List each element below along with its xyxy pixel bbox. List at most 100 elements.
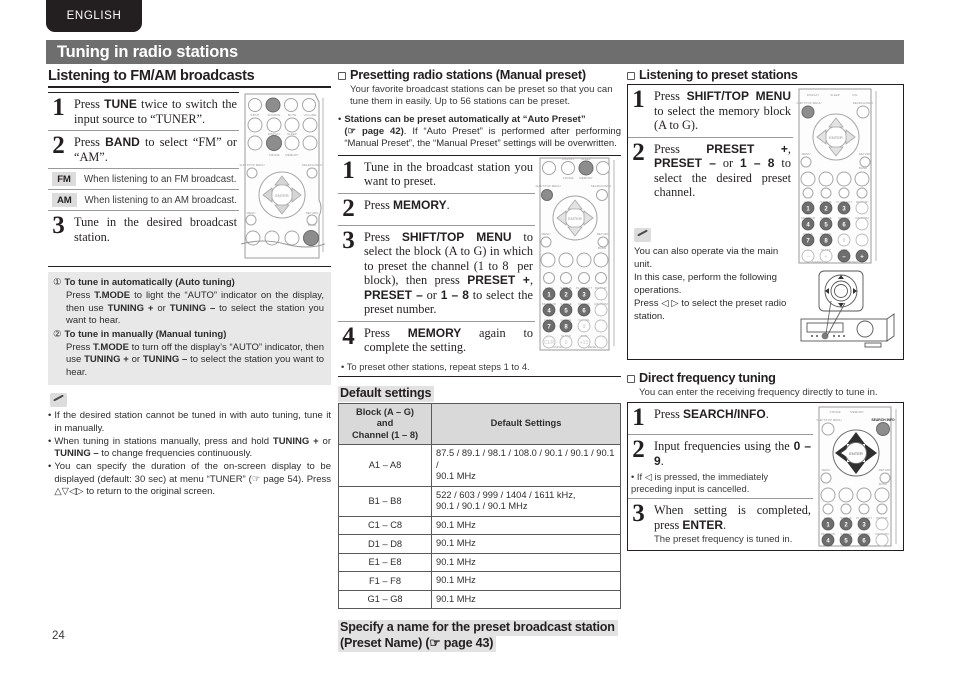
- page-ref-icon: ☞: [251, 473, 261, 485]
- svg-text:ENTER: ENTER: [568, 216, 582, 221]
- table-row: F1 – F8 90.1 MHz: [337, 571, 621, 591]
- step-text: When setting is completed, press ENTER. …: [654, 503, 811, 546]
- svg-text:T.MODE: T.MODE: [268, 153, 279, 157]
- fm-badge: FM: [52, 172, 76, 186]
- step-text: Press SHIFT/TOP MENU to select the block…: [364, 229, 534, 317]
- svg-text:RETURN: RETURN: [306, 211, 319, 215]
- preset-repeat-note-text: To preset other stations, repeat steps 1…: [346, 360, 530, 372]
- table-cell-block: A1 – A8: [337, 444, 433, 487]
- svg-text:SHIFT/TOP MENU: SHIFT/TOP MENU: [535, 184, 560, 188]
- step-number: 3: [52, 212, 65, 239]
- chapter-title: Tuning in radio stations: [57, 42, 238, 61]
- section-heading-direct-tuning-label: Direct frequency tuning: [639, 371, 776, 385]
- step-number: 3: [342, 226, 355, 254]
- col1-step-list: 1 Press TUNE twice to switch the input s…: [48, 92, 239, 267]
- step-number: 2: [342, 194, 355, 222]
- note-bullet: • If the desired station cannot be tuned…: [48, 410, 331, 435]
- svg-text:SLEEP: SLEEP: [830, 93, 840, 97]
- table-cell-block: G1 – G8: [337, 589, 433, 610]
- fm-badge-description: When listening to an FM broadcast.: [84, 173, 237, 185]
- main-unit-note: You can also operate via the main unit. …: [634, 245, 787, 323]
- square-bullet-icon: [627, 375, 635, 383]
- col3-direct-steps-with-remote: 1 Press SEARCH/INFO. 2 Input frequencies…: [628, 403, 903, 550]
- svg-text:INPUT: INPUT: [251, 113, 260, 117]
- header-line-3: Channel (1 – 8): [351, 429, 419, 440]
- column-two: Presetting radio stations (Manual preset…: [337, 68, 621, 653]
- step-number: 1: [52, 94, 65, 121]
- section-heading-listening-preset: Listening to preset stations: [627, 68, 904, 82]
- section-heading-presetting: Presetting radio stations (Manual preset…: [338, 68, 621, 82]
- main-unit-note-line: In this case, perform the following: [634, 271, 777, 283]
- bullet-dot: •: [48, 461, 52, 473]
- step-text: Tune in the broadcast station you want t…: [364, 159, 533, 189]
- step-item: 4 Press MEMORY again to complete the set…: [338, 322, 535, 359]
- svg-text:VOL: VOL: [852, 93, 858, 97]
- direct-step2-note: • If ◁ is pressed, the immediately prece…: [628, 469, 813, 500]
- svg-text:ENTER: ENTER: [275, 193, 289, 198]
- step-text: Press SEARCH/INFO.: [654, 407, 769, 422]
- step-text: Press PRESET +, PRESET – or 1 – 8 to sel…: [654, 141, 791, 200]
- col3-steps-part: 1 Press SHIFT/TOP MENU to select the mem…: [628, 85, 793, 359]
- table-cell-settings: 90.1 MHz: [431, 552, 621, 573]
- remote-illustration-slot-1: INPUT SOURCE MUTE VOLUME DISPLAY SLEEP T.MOD…: [239, 92, 331, 267]
- step-number: 2: [632, 436, 645, 464]
- step-item: 3 Press SHIFT/TOP MENU to select the blo…: [338, 226, 535, 322]
- svg-text:DISPLAY: DISPLAY: [268, 132, 280, 136]
- col1-note-bullets: • If the desired station cannot be tuned…: [48, 410, 331, 498]
- presetting-intro: Your favorite broadcast stations can be …: [350, 84, 613, 108]
- step-text: Press BAND to select “FM” or “AM”.: [74, 135, 237, 164]
- svg-text:T.MODE: T.MODE: [829, 410, 840, 414]
- svg-text:+: +: [825, 254, 828, 260]
- remote-control-illustration-listening: DISPLAY SLEEP VOL SHIFT/TOP MENU SEARCH/INF…: [796, 88, 877, 264]
- svg-text:RETURN: RETURN: [859, 152, 872, 156]
- table-cell-block: D1 – D8: [337, 534, 433, 554]
- step-number: 1: [632, 404, 645, 432]
- col3-direct-steps-part: 1 Press SEARCH/INFO. 2 Input frequencies…: [628, 403, 813, 550]
- preset-name-line-1: Specify a name for the preset broadcast …: [338, 620, 618, 637]
- table-body: A1 – A8 87.5 / 89.1 / 98.1 / 108.0 / 90.…: [337, 444, 621, 610]
- svg-text:DISPLAY: DISPLAY: [562, 157, 574, 161]
- table-cell-block: B1 – B8: [337, 485, 433, 517]
- column-one: Listening to FM/AM broadcasts 1 Press TU…: [48, 68, 331, 499]
- page-ref-icon: ☞: [347, 126, 357, 138]
- default-settings-heading: Default settings: [338, 385, 435, 402]
- svg-text:T.MODE: T.MODE: [562, 176, 573, 180]
- table-cell-settings: 87.5 / 89.1 / 98.1 / 108.0 / 90.1 / 90.1…: [431, 444, 621, 487]
- note-bullet: • Stations can be preset automatically a…: [338, 114, 621, 151]
- tuning-modes-note-block: ① To tune in automatically (Auto tuning)…: [48, 272, 331, 386]
- step-number: 4: [342, 322, 355, 350]
- step-number: 2: [52, 132, 65, 159]
- band-badge-row-am: AM When listening to an AM broadcast.: [48, 190, 239, 211]
- main-unit-note-line: Press ◁ ▷ to select the preset radio: [634, 297, 787, 309]
- svg-text:SLEEP: SLEEP: [287, 132, 297, 136]
- svg-text:SLEEP: SLEEP: [581, 157, 591, 161]
- svg-text:MEMORY: MEMORY: [579, 176, 592, 180]
- default-settings-heading-wrap: Default settings: [338, 385, 621, 402]
- square-bullet-icon: [338, 72, 346, 80]
- svg-text:0: 0: [565, 340, 568, 346]
- svg-text:+10: +10: [580, 340, 589, 346]
- step-item: 1 Press SHIFT/TOP MENU to select the mem…: [628, 85, 793, 138]
- table-row: C1 – C8 90.1 MHz: [337, 515, 621, 536]
- svg-text:–: –: [807, 254, 810, 260]
- svg-text:MEMORY: MEMORY: [285, 153, 298, 157]
- step-item: 2 Press BAND to select “FM” or “AM”.: [48, 131, 239, 169]
- preset-name-line-2: (Preset Name) (☞ page 43): [338, 636, 497, 653]
- note-bullet-text: When tuning in stations manually, press …: [54, 435, 331, 460]
- table-cell-settings: 90.1 MHz: [431, 534, 621, 554]
- remote-control-illustration-preset: DISPLAY SLEEP T.MODE MEMORY SHIFT/TOP MENU…: [535, 157, 615, 351]
- step-text: Press TUNE twice to switch the input sou…: [74, 97, 237, 126]
- step-item: 2 Press PRESET +, PRESET – or 1 – 8 to s…: [628, 138, 793, 204]
- tuning-mode-heading: To tune in automatically (Auto tuning): [64, 277, 235, 288]
- svg-text:VOLUME: VOLUME: [304, 113, 317, 117]
- svg-text:SHIFT/TOP MENU: SHIFT/TOP MENU: [796, 101, 821, 105]
- tuning-mode-title-auto: ① To tune in automatically (Auto tuning): [53, 277, 324, 289]
- circled-number-2: ②: [53, 328, 62, 340]
- step-number: 2: [632, 138, 645, 166]
- bullet-dot: •: [48, 410, 52, 422]
- table-cell-settings: 522 / 603 / 999 / 1404 / 1611 kHz, 90.1 /…: [431, 485, 621, 517]
- table-header-row: Block (A – G) and Channel (1 – 8) Defaul…: [337, 402, 621, 446]
- section-heading-listening-fm-am: Listening to FM/AM broadcasts: [48, 68, 331, 88]
- svg-text:MENU: MENU: [822, 468, 831, 472]
- note-bullet: • You can specify the duration of the on…: [48, 461, 331, 498]
